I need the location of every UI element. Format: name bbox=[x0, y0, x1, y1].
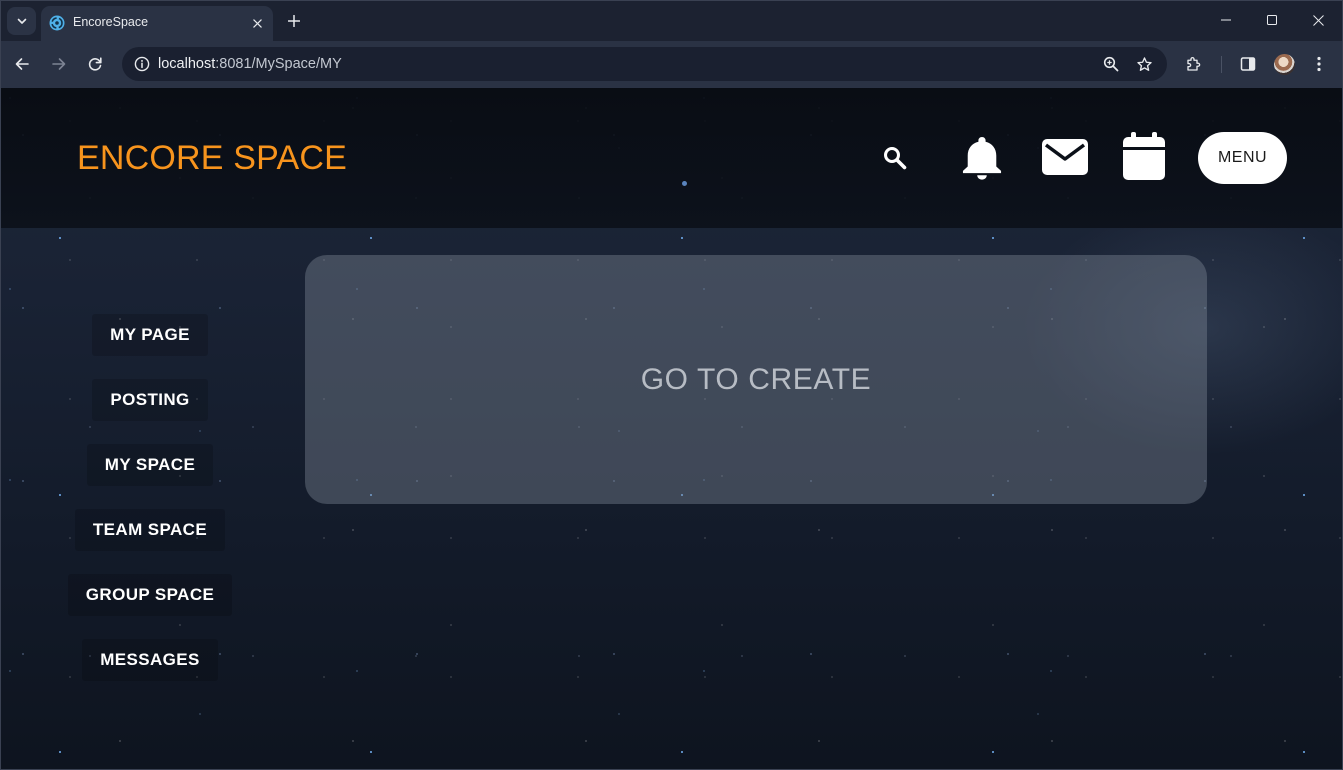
extensions-button[interactable] bbox=[1180, 50, 1208, 78]
tab-title: EncoreSpace bbox=[73, 15, 149, 29]
profile-avatar[interactable] bbox=[1274, 54, 1295, 75]
reload-icon bbox=[88, 57, 102, 71]
url-text[interactable]: localhost:8081/MySpace/MY bbox=[158, 47, 342, 81]
back-button[interactable] bbox=[8, 50, 36, 78]
star-icon bbox=[1136, 56, 1152, 71]
calendar-icon bbox=[1123, 132, 1165, 180]
reload-button[interactable] bbox=[81, 50, 109, 78]
minimize-button[interactable] bbox=[1211, 5, 1241, 35]
url-path: :8081/MySpace/MY bbox=[215, 56, 342, 72]
sidebar-item-label: MY PAGE bbox=[92, 313, 208, 356]
extensions-icon bbox=[1187, 57, 1201, 71]
search-button[interactable] bbox=[880, 143, 910, 173]
info-icon bbox=[134, 56, 150, 72]
sidebar-item-label: MY SPACE bbox=[86, 443, 214, 486]
sidebar-nav: MY PAGE POSTING MY SPACE TEAM SPACE GROU… bbox=[40, 302, 260, 692]
arrow-right-icon bbox=[52, 58, 66, 70]
menu-button[interactable]: MENU bbox=[1198, 132, 1287, 184]
page-viewport: ENCORE SPACE MENU MY PAGE POSTING MY SPA… bbox=[0, 88, 1343, 770]
side-panel-button[interactable] bbox=[1234, 50, 1262, 78]
bookmark-button[interactable] bbox=[1130, 50, 1158, 78]
go-to-create-card[interactable]: GO TO CREATE bbox=[305, 255, 1207, 504]
search-icon bbox=[884, 147, 907, 170]
sidebar-item-messages[interactable]: MESSAGES bbox=[40, 627, 260, 692]
close-icon bbox=[1312, 14, 1324, 26]
sidebar-item-label: MESSAGES bbox=[82, 638, 218, 681]
side-panel-icon bbox=[1240, 57, 1256, 71]
maximize-icon bbox=[1267, 15, 1277, 25]
browser-tab-active[interactable]: EncoreSpace bbox=[41, 6, 273, 41]
forward-button[interactable] bbox=[45, 50, 73, 78]
arrow-left-icon bbox=[15, 58, 29, 70]
site-info-button[interactable] bbox=[128, 50, 156, 78]
maximize-button[interactable] bbox=[1257, 5, 1287, 35]
go-to-create-label: GO TO CREATE bbox=[640, 362, 872, 396]
sidebar-item-my-page[interactable]: MY PAGE bbox=[40, 302, 260, 367]
chevron-down-icon bbox=[17, 18, 26, 24]
site-logo[interactable]: ENCORE SPACE bbox=[77, 138, 347, 178]
toolbar-divider bbox=[1221, 56, 1222, 73]
plus-icon bbox=[288, 15, 300, 27]
messages-button[interactable] bbox=[1042, 139, 1088, 175]
notifications-button[interactable] bbox=[962, 135, 1002, 181]
sidebar-item-posting[interactable]: POSTING bbox=[40, 367, 260, 432]
minimize-icon bbox=[1221, 19, 1231, 21]
url-host: localhost bbox=[158, 56, 216, 72]
sidebar-item-team-space[interactable]: TEAM SPACE bbox=[40, 497, 260, 562]
calendar-button[interactable] bbox=[1123, 132, 1165, 180]
kebab-menu-icon bbox=[1317, 56, 1321, 72]
browser-menu-button[interactable] bbox=[1305, 50, 1333, 78]
encore-space-favicon bbox=[49, 15, 65, 31]
header-star bbox=[682, 181, 687, 186]
close-icon bbox=[252, 18, 262, 28]
zoom-icon bbox=[1103, 56, 1119, 72]
sidebar-item-label: POSTING bbox=[92, 378, 208, 421]
mail-icon bbox=[1042, 139, 1088, 175]
sidebar-item-label: GROUP SPACE bbox=[67, 573, 233, 616]
window-close-button[interactable] bbox=[1303, 5, 1333, 35]
new-tab-button[interactable] bbox=[283, 10, 305, 32]
sidebar-item-label: TEAM SPACE bbox=[74, 508, 226, 551]
tab-search-button[interactable] bbox=[7, 7, 36, 35]
zoom-button[interactable] bbox=[1097, 50, 1125, 78]
address-bar[interactable]: localhost:8081/MySpace/MY bbox=[122, 47, 1167, 81]
sidebar-item-my-space[interactable]: MY SPACE bbox=[40, 432, 260, 497]
bell-icon bbox=[962, 136, 1002, 180]
sidebar-item-group-space[interactable]: GROUP SPACE bbox=[40, 562, 260, 627]
tab-close-button[interactable] bbox=[248, 14, 266, 32]
